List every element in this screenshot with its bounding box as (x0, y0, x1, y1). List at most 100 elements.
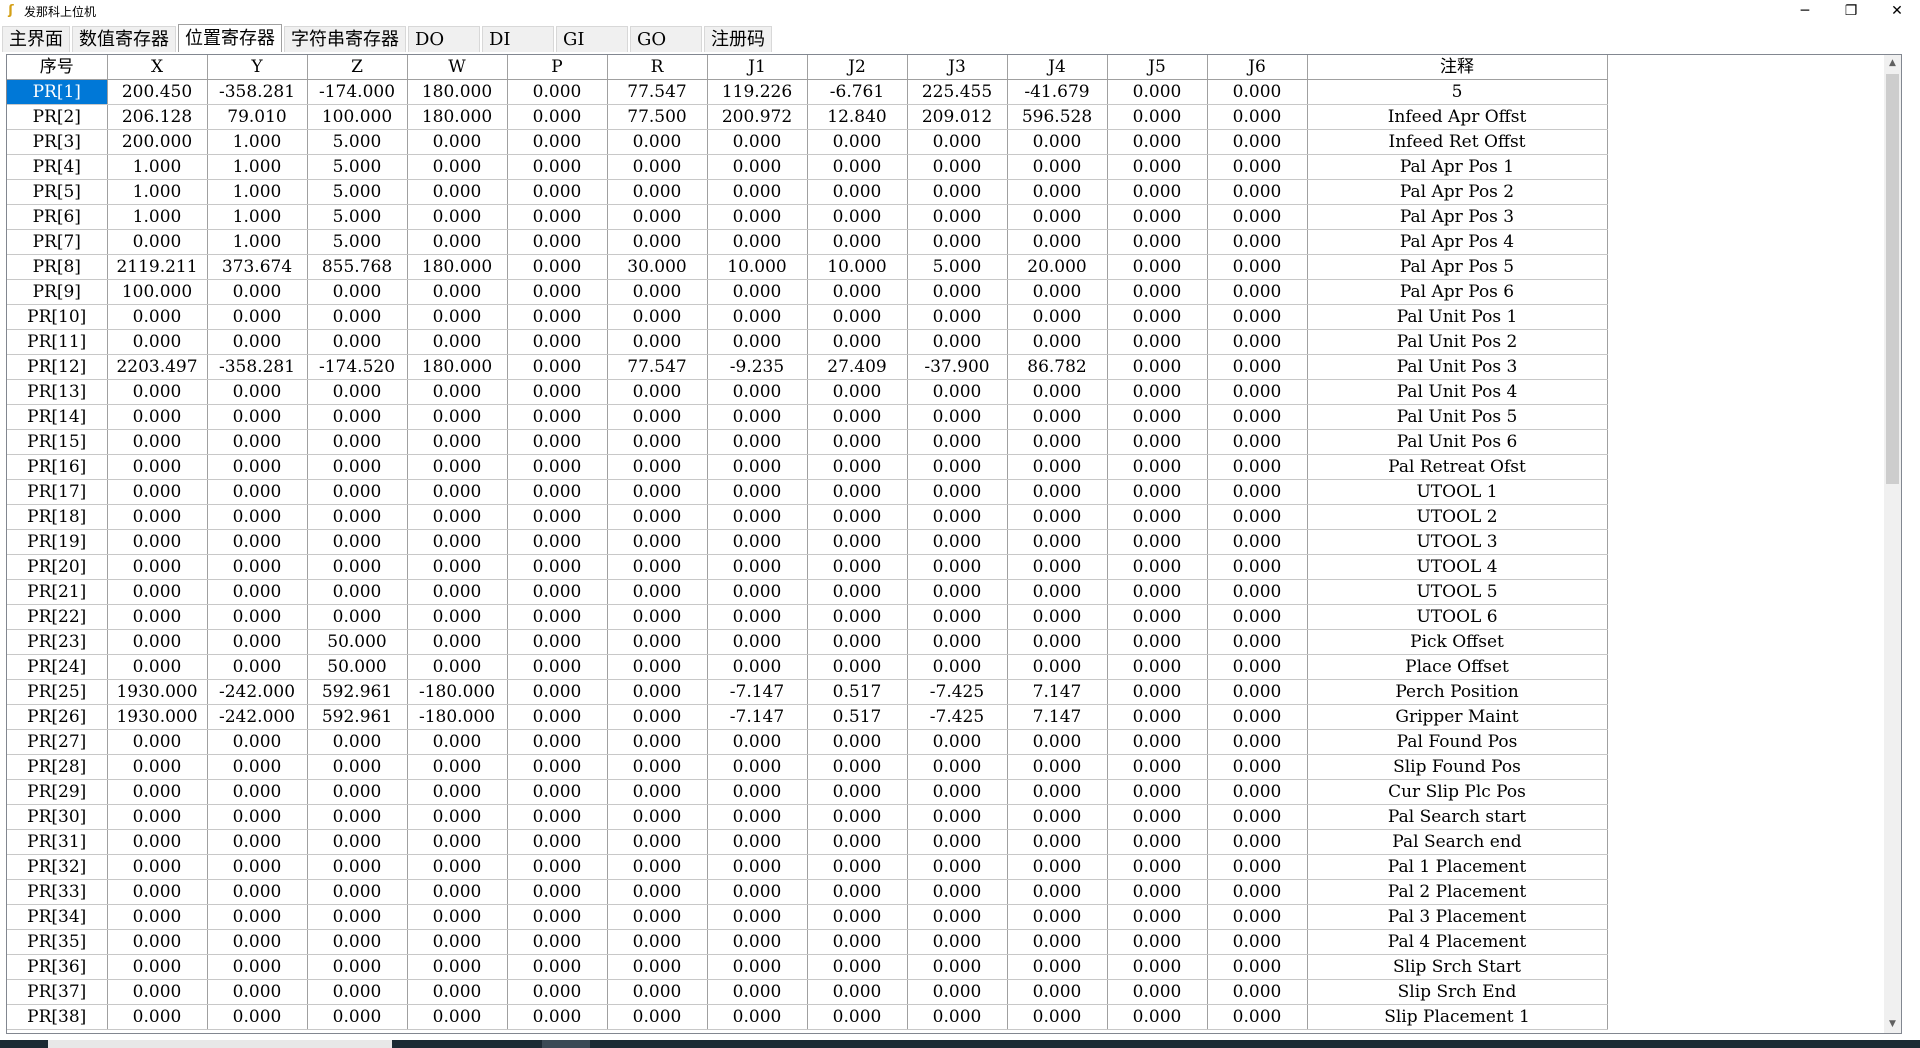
value-cell[interactable]: 0.000 (1107, 554, 1208, 580)
value-cell[interactable]: 0.000 (907, 754, 1008, 780)
comment-cell[interactable]: 5 (1307, 79, 1608, 105)
table-row[interactable]: PR[34] 0.000 0.000 0.000 0.000 0.000 0.000 0.00… (7, 904, 1608, 930)
value-cell[interactable]: 1.000 (107, 179, 208, 205)
value-cell[interactable]: 0.000 (1207, 579, 1308, 605)
value-cell[interactable]: 0.000 (407, 379, 508, 405)
value-cell[interactable]: 0.000 (507, 754, 608, 780)
value-cell[interactable]: 0.000 (807, 779, 908, 805)
column-header[interactable]: W (407, 55, 508, 80)
value-cell[interactable]: 0.000 (1007, 404, 1108, 430)
value-cell[interactable]: 0.000 (1207, 279, 1308, 305)
value-cell[interactable]: 0.000 (1107, 179, 1208, 205)
value-cell[interactable]: 0.000 (607, 329, 708, 355)
table-row[interactable]: PR[35] 0.000 0.000 0.000 0.000 0.000 0.000 0.00… (7, 929, 1608, 955)
value-cell[interactable]: 0.000 (1107, 379, 1208, 405)
value-cell[interactable]: 0.000 (407, 879, 508, 905)
tab-registration-code[interactable]: 注册码 (704, 26, 772, 52)
value-cell[interactable]: 0.000 (1207, 379, 1308, 405)
comment-cell[interactable]: Pal Unit Pos 5 (1307, 404, 1608, 430)
value-cell[interactable]: 0.000 (107, 754, 208, 780)
value-cell[interactable]: 0.000 (1207, 954, 1308, 980)
value-cell[interactable]: 0.000 (407, 804, 508, 830)
value-cell[interactable]: 0.000 (107, 379, 208, 405)
taskbar-item[interactable] (542, 1040, 590, 1048)
value-cell[interactable]: 0.000 (207, 779, 308, 805)
value-cell[interactable]: 0.000 (1007, 804, 1108, 830)
value-cell[interactable]: 0.000 (507, 829, 608, 855)
comment-cell[interactable]: Perch Position (1307, 679, 1608, 705)
value-cell[interactable]: 0.000 (507, 729, 608, 755)
value-cell[interactable]: 0.000 (507, 329, 608, 355)
value-cell[interactable]: 0.000 (707, 154, 808, 180)
value-cell[interactable]: 0.000 (407, 954, 508, 980)
value-cell[interactable]: 0.000 (207, 529, 308, 555)
value-cell[interactable]: 0.000 (607, 879, 708, 905)
value-cell[interactable]: 0.000 (807, 404, 908, 430)
value-cell[interactable]: 0.000 (907, 479, 1008, 505)
value-cell[interactable]: 0.000 (807, 379, 908, 405)
value-cell[interactable]: 0.000 (407, 404, 508, 430)
value-cell[interactable]: 0.000 (207, 904, 308, 930)
value-cell[interactable]: -7.147 (707, 679, 808, 705)
value-cell[interactable]: 0.000 (507, 529, 608, 555)
value-cell[interactable]: 0.000 (1207, 329, 1308, 355)
value-cell[interactable]: 0.000 (1007, 479, 1108, 505)
value-cell[interactable]: 0.000 (207, 629, 308, 655)
value-cell[interactable]: 0.000 (207, 604, 308, 630)
value-cell[interactable]: 0.000 (707, 779, 808, 805)
value-cell[interactable]: 0.000 (907, 304, 1008, 330)
tab-do[interactable]: DO (408, 26, 480, 52)
value-cell[interactable]: 0.000 (1107, 79, 1208, 105)
value-cell[interactable]: 0.000 (907, 279, 1008, 305)
value-cell[interactable]: 0.000 (107, 229, 208, 255)
value-cell[interactable]: 0.000 (607, 804, 708, 830)
value-cell[interactable]: 0.000 (1007, 229, 1108, 255)
table-row[interactable]: PR[2] 206.128 79.010 100.000 180.000 0.000 77.… (7, 104, 1608, 130)
value-cell[interactable]: 0.000 (1007, 329, 1108, 355)
column-header[interactable]: J1 (707, 55, 808, 80)
value-cell[interactable]: 0.000 (107, 929, 208, 955)
comment-cell[interactable]: Gripper Maint (1307, 704, 1608, 730)
value-cell[interactable]: 0.000 (207, 279, 308, 305)
value-cell[interactable]: 0.000 (1107, 329, 1208, 355)
value-cell[interactable]: 0.000 (1207, 204, 1308, 230)
table-row[interactable]: PR[10] 0.000 0.000 0.000 0.000 0.000 0.000 0.00… (7, 304, 1608, 330)
value-cell[interactable]: 0.000 (807, 229, 908, 255)
row-index-cell[interactable]: PR[9] (7, 279, 108, 305)
value-cell[interactable]: 0.000 (107, 529, 208, 555)
value-cell[interactable]: 0.000 (907, 829, 1008, 855)
value-cell[interactable]: 0.000 (907, 529, 1008, 555)
value-cell[interactable]: 0.000 (207, 329, 308, 355)
value-cell[interactable]: 0.000 (707, 629, 808, 655)
value-cell[interactable]: -7.425 (907, 704, 1008, 730)
tab-numeric-registers[interactable]: 数值寄存器 (72, 26, 176, 52)
value-cell[interactable]: 0.000 (1207, 79, 1308, 105)
comment-cell[interactable]: Pal Unit Pos 6 (1307, 429, 1608, 455)
comment-cell[interactable]: Place Offset (1307, 654, 1608, 680)
value-cell[interactable]: 0.000 (1107, 354, 1208, 380)
value-cell[interactable]: 0.000 (407, 654, 508, 680)
row-index-cell[interactable]: PR[27] (7, 729, 108, 755)
value-cell[interactable]: 0.000 (607, 779, 708, 805)
value-cell[interactable]: 0.000 (307, 904, 408, 930)
value-cell[interactable]: 0.000 (1107, 404, 1208, 430)
value-cell[interactable]: 0.000 (507, 604, 608, 630)
value-cell[interactable]: 0.000 (507, 129, 608, 155)
value-cell[interactable]: 0.000 (507, 154, 608, 180)
table-row[interactable]: PR[13] 0.000 0.000 0.000 0.000 0.000 0.000 0.00… (7, 379, 1608, 405)
value-cell[interactable]: 0.000 (407, 929, 508, 955)
value-cell[interactable]: 0.000 (1207, 779, 1308, 805)
value-cell[interactable]: 200.450 (107, 79, 208, 105)
value-cell[interactable]: 0.000 (207, 754, 308, 780)
comment-cell[interactable]: Pal Apr Pos 5 (1307, 254, 1608, 280)
value-cell[interactable]: 1930.000 (107, 704, 208, 730)
comment-cell[interactable]: Pal Unit Pos 1 (1307, 304, 1608, 330)
value-cell[interactable]: 0.000 (507, 479, 608, 505)
value-cell[interactable]: 0.000 (907, 854, 1008, 880)
row-index-cell[interactable]: PR[13] (7, 379, 108, 405)
value-cell[interactable]: 0.000 (607, 479, 708, 505)
value-cell[interactable]: 0.000 (807, 854, 908, 880)
comment-cell[interactable]: Pal Found Pos (1307, 729, 1608, 755)
value-cell[interactable]: 0.000 (707, 279, 808, 305)
row-index-cell[interactable]: PR[30] (7, 804, 108, 830)
